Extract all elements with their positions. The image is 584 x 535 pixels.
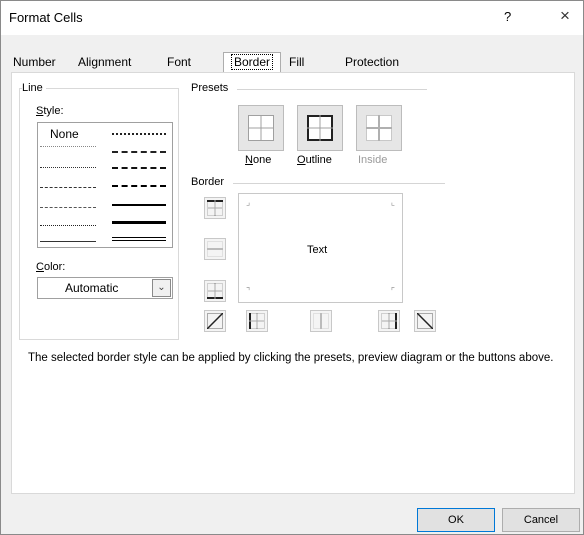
tab-fill[interactable]: Fill bbox=[289, 55, 304, 69]
style-label-rest: tyle: bbox=[43, 105, 64, 117]
preview-corner-top-right: ⌞ bbox=[390, 197, 395, 207]
line-style-medium-dash-dot[interactable] bbox=[112, 167, 166, 169]
line-style-medium-dash-dot-dot[interactable] bbox=[112, 133, 166, 135]
preview-corner-bottom-left: ⌝ bbox=[246, 286, 251, 296]
border-bottom-button[interactable] bbox=[204, 280, 226, 302]
border-right-button[interactable] bbox=[378, 310, 400, 332]
presets-group-label: Presets bbox=[191, 82, 232, 94]
cancel-button[interactable]: Cancel bbox=[502, 508, 580, 532]
color-dropdown[interactable]: Automatic ⌄ bbox=[37, 277, 173, 299]
border-left-icon bbox=[249, 313, 265, 329]
border-diagonal-down-button[interactable] bbox=[414, 310, 436, 332]
tab-border[interactable]: Border bbox=[223, 52, 282, 73]
preview-text: Text bbox=[307, 244, 328, 256]
line-style-dashed[interactable] bbox=[40, 225, 96, 226]
border-preview-area[interactable]: ⌟ ⌞ ⌝ ⌜ Text bbox=[238, 193, 403, 303]
line-style-dotted[interactable] bbox=[40, 167, 96, 168]
chevron-down-icon[interactable]: ⌄ bbox=[152, 279, 171, 297]
line-group-label: Line bbox=[22, 82, 46, 94]
border-group-rule bbox=[233, 183, 445, 184]
line-style-medium-dashed[interactable] bbox=[112, 185, 166, 187]
border-right-icon bbox=[381, 313, 397, 329]
line-style-thick[interactable] bbox=[112, 221, 166, 224]
preset-inside-icon bbox=[366, 115, 392, 141]
line-style-dash-dot-dot[interactable] bbox=[40, 187, 96, 188]
preview-corner-top-left: ⌟ bbox=[246, 197, 251, 207]
tab-font[interactable]: Font bbox=[167, 55, 191, 69]
border-help-text: The selected border style can be applied… bbox=[28, 352, 554, 364]
preset-none-label-rest: one bbox=[252, 154, 272, 166]
preset-outline-label: Outline bbox=[297, 154, 332, 166]
diagonal-up-icon bbox=[207, 313, 223, 329]
border-bottom-icon bbox=[207, 283, 223, 299]
preset-outline-button[interactable] bbox=[297, 105, 343, 151]
line-style-slanted-dash-dot[interactable] bbox=[112, 151, 166, 153]
style-label: Style: bbox=[36, 105, 64, 117]
border-group-label: Border bbox=[191, 176, 228, 188]
dialog-title: Format Cells bbox=[9, 10, 83, 25]
preset-none-button[interactable] bbox=[238, 105, 284, 151]
tab-alignment[interactable]: Alignment bbox=[78, 55, 131, 69]
preset-inside-button[interactable] bbox=[356, 105, 402, 151]
presets-group-rule bbox=[237, 89, 427, 90]
tab-number[interactable]: Number bbox=[13, 55, 56, 69]
title-bar: Format Cells ? × bbox=[1, 1, 583, 35]
color-label: Color: bbox=[36, 261, 66, 273]
preset-inside-label: Inside bbox=[358, 154, 388, 166]
line-style-medium[interactable] bbox=[112, 204, 166, 206]
line-style-dash-dot[interactable] bbox=[40, 207, 96, 208]
color-value: Automatic bbox=[65, 281, 119, 295]
close-button[interactable]: × bbox=[560, 6, 570, 26]
line-style-list[interactable]: None bbox=[37, 122, 173, 248]
border-diagonal-up-button[interactable] bbox=[204, 310, 226, 332]
border-middle-vertical-button[interactable] bbox=[310, 310, 332, 332]
format-cells-dialog: Format Cells ? × Number Alignment Font B… bbox=[0, 0, 584, 535]
border-top-icon bbox=[207, 200, 223, 216]
border-inside-horizontal-icon bbox=[207, 241, 223, 257]
preset-none-icon bbox=[248, 115, 274, 141]
line-style-hair[interactable] bbox=[40, 146, 96, 147]
tab-protection[interactable]: Protection bbox=[345, 55, 399, 69]
border-middle-horizontal-button[interactable] bbox=[204, 238, 226, 260]
preview-corner-bottom-right: ⌜ bbox=[390, 286, 395, 296]
help-button[interactable]: ? bbox=[504, 9, 511, 24]
line-style-thin[interactable] bbox=[40, 241, 96, 242]
color-label-rest: olor: bbox=[43, 261, 66, 273]
border-left-button[interactable] bbox=[246, 310, 268, 332]
border-top-button[interactable] bbox=[204, 197, 226, 219]
preset-none-label: None bbox=[245, 154, 272, 166]
style-none-option[interactable]: None bbox=[50, 127, 79, 141]
tab-border-label: Border bbox=[231, 54, 274, 70]
preset-outline-label-rest: utline bbox=[305, 154, 332, 166]
ok-button[interactable]: OK bbox=[417, 508, 495, 532]
line-style-double[interactable] bbox=[112, 237, 166, 241]
border-inside-vertical-icon bbox=[313, 313, 329, 329]
preset-outline-icon bbox=[307, 115, 333, 141]
diagonal-down-icon bbox=[417, 313, 433, 329]
